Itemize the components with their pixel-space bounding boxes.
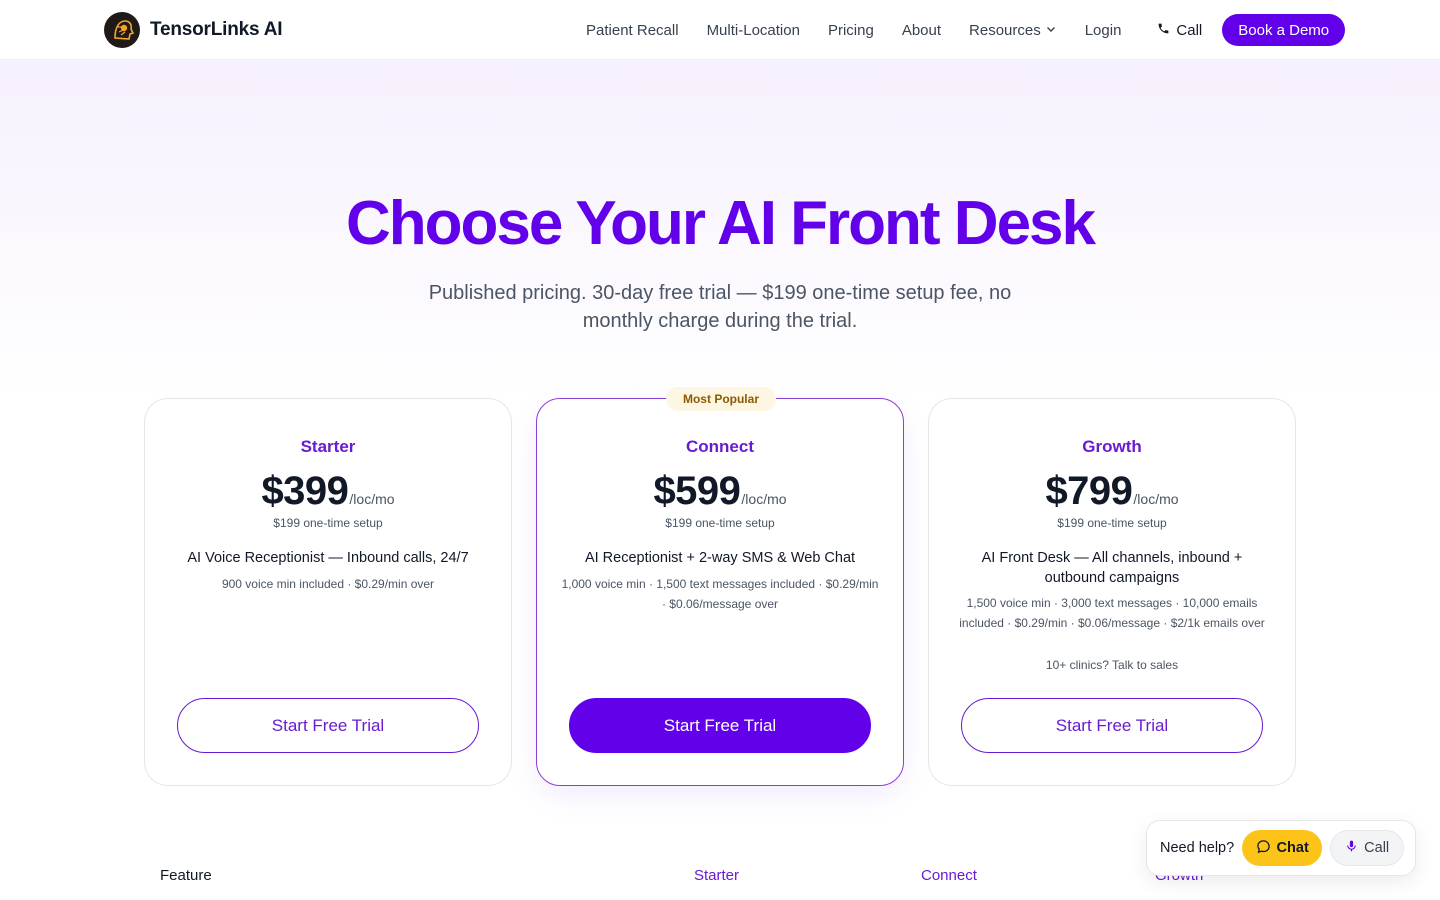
start-free-trial-button-starter[interactable]: Start Free Trial bbox=[177, 698, 479, 753]
table-header-feature: Feature bbox=[160, 867, 212, 884]
help-call-button[interactable]: Call bbox=[1330, 830, 1405, 866]
brand-logo-icon bbox=[104, 12, 140, 48]
nav-links: Patient Recall Multi-Location Pricing Ab… bbox=[586, 0, 1346, 60]
plan-tagline: AI Front Desk — All channels, inbound + … bbox=[981, 550, 1243, 586]
table-header-connect: Connect bbox=[921, 867, 977, 884]
help-text: Need help? bbox=[1160, 840, 1235, 856]
nav-link-multi-location[interactable]: Multi-Location bbox=[707, 22, 800, 39]
page-subtitle: Published pricing. 30-day free trial — $… bbox=[428, 282, 1012, 332]
price-row: $799 /loc/mo bbox=[929, 469, 1295, 514]
pricing-card-growth: Growth $799 /loc/mo $199 one-time setup … bbox=[928, 398, 1296, 786]
nav-link-pricing[interactable]: Pricing bbox=[828, 22, 874, 39]
start-free-trial-button-growth[interactable]: Start Free Trial bbox=[961, 698, 1263, 753]
phone-icon bbox=[1157, 22, 1170, 39]
plan-details: 1,500 voice min · 3,000 text messages · … bbox=[959, 596, 1265, 630]
page-title: Choose Your AI Front Desk bbox=[345, 189, 1096, 258]
most-popular-badge: Most Popular bbox=[666, 387, 776, 411]
plan-setup-fee: $199 one-time setup bbox=[1057, 516, 1167, 530]
book-demo-button[interactable]: Book a Demo bbox=[1222, 14, 1346, 46]
plan-price: $399 bbox=[261, 469, 349, 513]
plan-tagline: AI Voice Receptionist — Inbound calls, 2… bbox=[187, 550, 469, 566]
brand[interactable]: TensorLinks AI bbox=[104, 12, 283, 48]
plan-price-unit: /loc/mo bbox=[1133, 491, 1179, 507]
plan-price-unit: /loc/mo bbox=[349, 491, 395, 507]
microphone-icon bbox=[1345, 839, 1358, 857]
brand-name: TensorLinks AI bbox=[150, 19, 283, 40]
plan-name: Starter bbox=[300, 437, 356, 456]
chat-button[interactable]: Chat bbox=[1242, 830, 1323, 866]
start-free-trial-button-connect[interactable]: Start Free Trial bbox=[569, 698, 871, 753]
plan-sales-note[interactable]: 10+ clinics? Talk to sales bbox=[953, 658, 1271, 672]
top-nav: TensorLinks AI Patient Recall Multi-Loca… bbox=[0, 0, 1440, 60]
plan-name: Growth bbox=[1082, 437, 1142, 456]
table-header-starter: Starter bbox=[694, 867, 740, 884]
plan-price-unit: /loc/mo bbox=[741, 491, 787, 507]
nav-link-patient-recall[interactable]: Patient Recall bbox=[586, 22, 679, 39]
pricing-card-starter: Starter $399 /loc/mo $199 one-time setup… bbox=[144, 398, 512, 786]
pricing-card-connect: Most Popular Connect $599 /loc/mo $199 o… bbox=[536, 387, 904, 786]
help-widget: Need help? Chat Call bbox=[1146, 820, 1416, 876]
price-row: $399 /loc/mo bbox=[145, 469, 511, 514]
price-row: $599 /loc/mo bbox=[537, 469, 903, 514]
nav-link-resources[interactable]: Resources bbox=[969, 22, 1057, 39]
nav-call-label: Call bbox=[1176, 21, 1203, 39]
plan-price: $599 bbox=[653, 469, 741, 513]
chat-button-label: Chat bbox=[1276, 840, 1309, 856]
help-call-label: Call bbox=[1364, 840, 1390, 856]
nav-call-link[interactable]: Call bbox=[1157, 22, 1202, 39]
nav-link-resources-label: Resources bbox=[969, 21, 1041, 39]
plan-setup-fee: $199 one-time setup bbox=[273, 516, 383, 530]
plan-name: Connect bbox=[686, 437, 754, 456]
plan-details: 1,000 voice min · 1,500 text messages in… bbox=[561, 577, 879, 611]
plan-tagline: AI Receptionist + 2-way SMS & Web Chat bbox=[584, 550, 856, 566]
chat-bubble-icon bbox=[1256, 839, 1271, 858]
plan-setup-fee: $199 one-time setup bbox=[665, 516, 775, 530]
plan-details: 900 voice min included · $0.29/min over bbox=[221, 577, 435, 591]
nav-link-about[interactable]: About bbox=[902, 22, 941, 39]
chevron-down-icon bbox=[1045, 22, 1057, 39]
plan-price: $799 bbox=[1045, 469, 1133, 513]
nav-link-login[interactable]: Login bbox=[1085, 22, 1122, 39]
